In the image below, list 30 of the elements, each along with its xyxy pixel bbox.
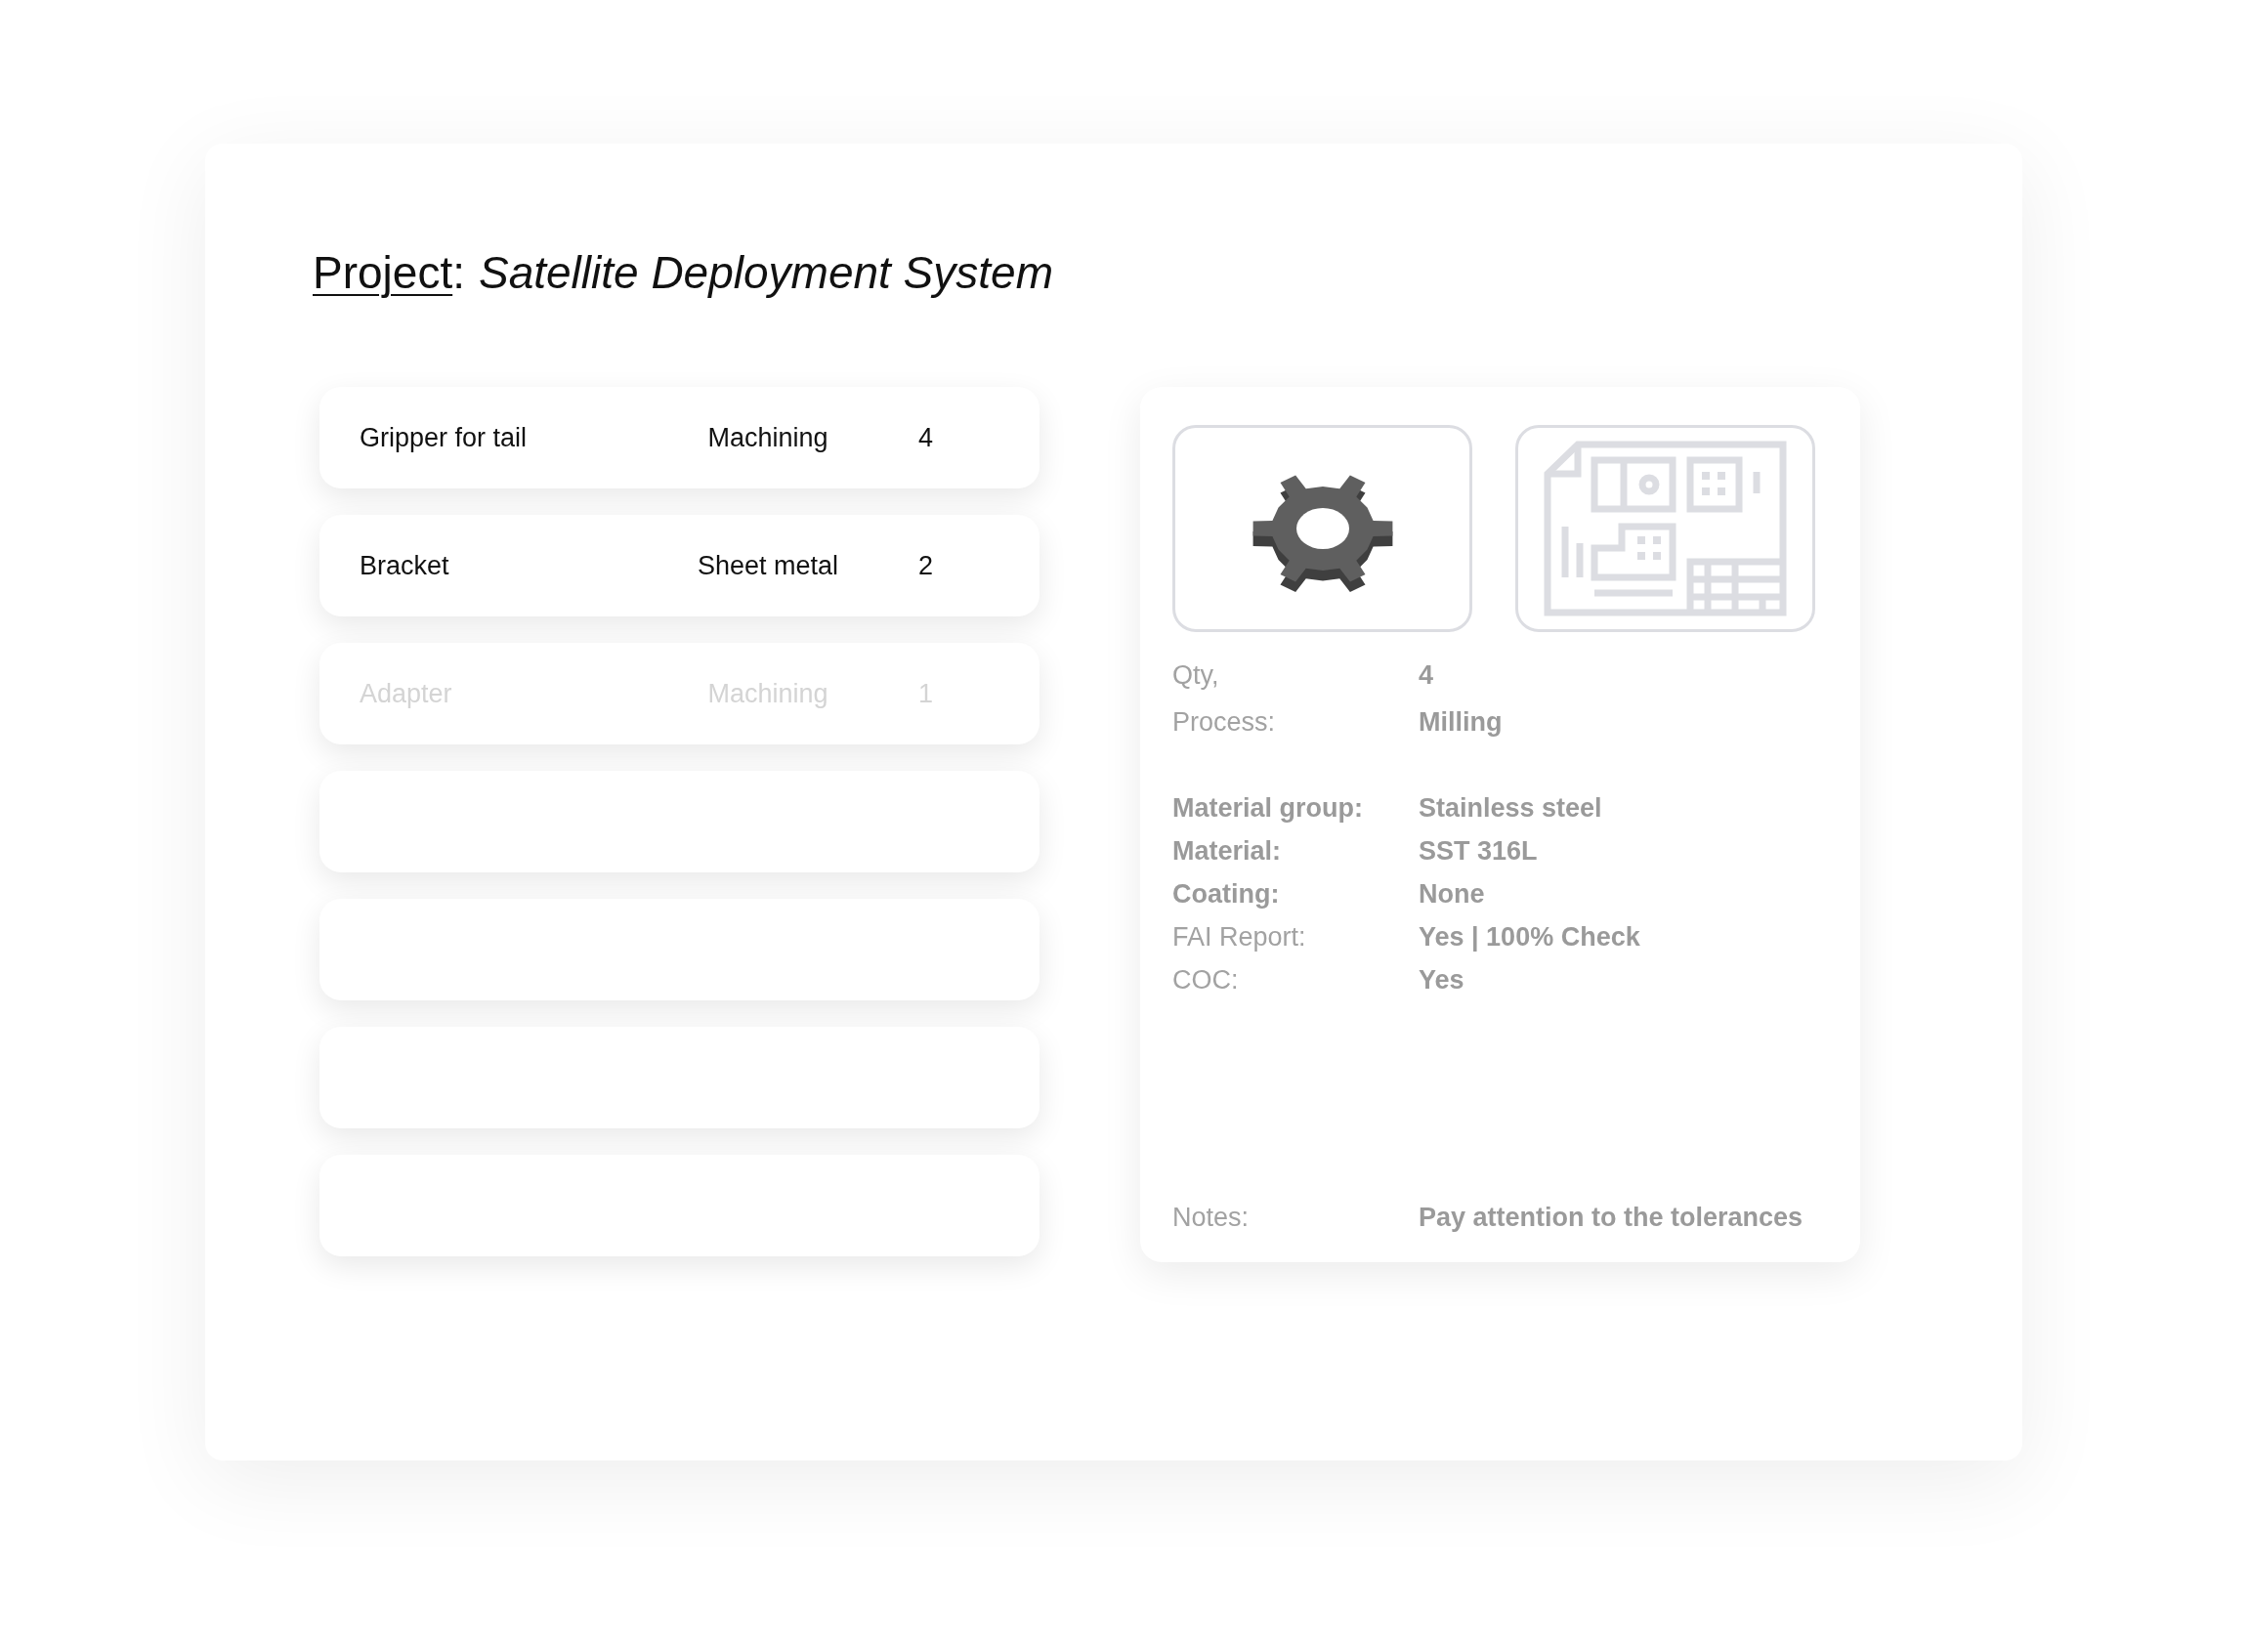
part-preview[interactable] xyxy=(1172,425,1472,632)
field-label: Coating: xyxy=(1172,878,1281,911)
part-row[interactable]: Bracket Sheet metal 2 xyxy=(319,515,1040,616)
field-value: SST 316L xyxy=(1419,835,1538,868)
field-value: Milling xyxy=(1419,706,1503,739)
drawing-preview[interactable] xyxy=(1515,425,1815,632)
field-label: Process: xyxy=(1172,706,1277,739)
field-label: Qty, xyxy=(1172,659,1220,692)
circuit-board-icon xyxy=(1543,441,1788,616)
part-process: Sheet metal xyxy=(697,549,839,582)
part-quantity: 4 xyxy=(917,421,934,454)
part-row[interactable]: Gripper for tail Machining 4 xyxy=(319,387,1040,488)
field-value: None xyxy=(1419,878,1485,911)
field-value: Yes xyxy=(1419,964,1464,996)
field-label: Material group: xyxy=(1172,792,1364,825)
title-separator: : xyxy=(452,246,465,300)
part-name: Bracket xyxy=(360,549,449,582)
field-value: Stainless steel xyxy=(1419,792,1602,825)
part-name: Gripper for tail xyxy=(360,421,528,454)
project-label: Project xyxy=(313,246,453,300)
field-value: Yes | 100% Check xyxy=(1419,921,1640,953)
project-name: Satellite Deployment System xyxy=(478,246,1053,300)
field-value: Pay attention to the tolerances xyxy=(1419,1202,1803,1234)
field-label: FAI Report: xyxy=(1172,921,1307,953)
field-value: 4 xyxy=(1419,659,1434,692)
field-label: Notes: xyxy=(1172,1202,1251,1234)
part-process: Machining xyxy=(707,421,828,454)
part-quantity: 2 xyxy=(917,549,934,582)
field-label: COC: xyxy=(1172,964,1240,996)
field-label: Material: xyxy=(1172,835,1283,868)
